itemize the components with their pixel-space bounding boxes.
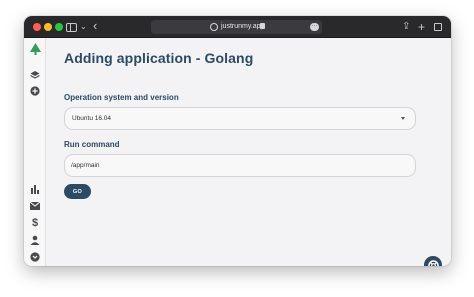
os-version-select[interactable]: Ubuntu 16.04 <box>64 107 416 130</box>
page-title: Adding application - Golang <box>64 50 254 66</box>
browser-window: ⌄ ‹ justrunmy.app ··· ⇪ + $ Adding appli… <box>24 16 451 266</box>
lifebuoy-icon <box>427 259 439 266</box>
os-field-label: Operation system and version <box>64 93 179 102</box>
add-circle-icon[interactable] <box>28 84 42 98</box>
main-content: Adding application - Golang Operation sy… <box>46 38 451 266</box>
run-command-input[interactable] <box>64 154 416 177</box>
arrow-down-circle-icon[interactable] <box>28 250 42 264</box>
site-favicon-icon <box>210 23 218 31</box>
new-tab-icon[interactable]: + <box>418 19 425 35</box>
more-options-icon[interactable]: ··· <box>310 23 319 31</box>
close-window-button[interactable] <box>33 23 41 31</box>
back-arrow-icon[interactable]: ‹ <box>93 18 97 34</box>
user-icon[interactable] <box>28 233 42 247</box>
minimize-window-button[interactable] <box>44 23 52 31</box>
logo-tree-icon[interactable] <box>28 42 42 56</box>
dollar-icon[interactable]: $ <box>28 216 42 230</box>
go-button[interactable]: GO <box>64 184 91 199</box>
mail-icon[interactable] <box>28 199 42 213</box>
maximize-window-button[interactable] <box>55 23 63 31</box>
address-bar[interactable]: justrunmy.app ··· <box>151 20 322 34</box>
share-icon[interactable]: ⇪ <box>402 19 410 35</box>
layers-icon[interactable] <box>28 68 42 82</box>
left-navigation: $ <box>24 38 46 266</box>
run-command-label: Run command <box>64 140 120 149</box>
address-bar-url: justrunmy.app <box>221 23 265 30</box>
browser-titlebar: ⌄ ‹ justrunmy.app ··· ⇪ + <box>24 16 451 38</box>
sidebar-toggle-icon[interactable] <box>66 23 77 32</box>
dropdown-caret-icon <box>401 117 405 120</box>
tab-overview-icon[interactable] <box>434 23 442 31</box>
help-lifebuoy-button[interactable] <box>424 256 442 266</box>
os-selected-value: Ubuntu 16.04 <box>72 115 112 122</box>
lock-icon <box>260 23 265 29</box>
chevron-down-icon[interactable]: ⌄ <box>80 19 87 35</box>
bar-chart-icon[interactable] <box>28 182 42 196</box>
